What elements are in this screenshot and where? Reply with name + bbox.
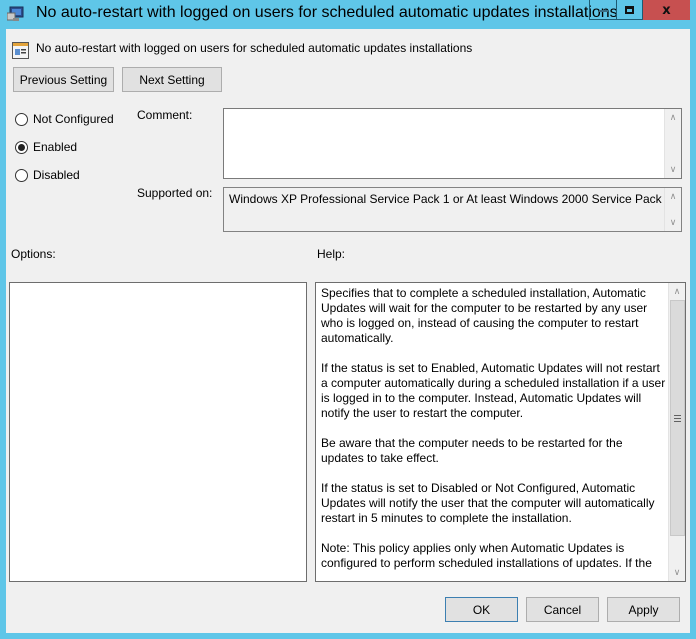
radio-selected-dot (18, 143, 25, 151)
scroll-up-icon[interactable]: ∧ (665, 109, 681, 126)
help-label: Help: (317, 247, 346, 261)
radio-disabled[interactable]: Disabled (15, 168, 80, 182)
radio-enabled[interactable]: Enabled (15, 140, 77, 154)
maximize-button[interactable] (616, 0, 643, 20)
comment-label: Comment: (137, 108, 193, 122)
group-policy-app-icon (7, 6, 24, 21)
dialog-body: No auto-restart with logged on users for… (6, 29, 690, 633)
supported-on-value: Windows XP Professional Service Pack 1 o… (229, 192, 672, 206)
help-scrollbar[interactable]: ∧ ∨ (668, 283, 685, 581)
help-paragraph: Be aware that the computer needs to be r… (321, 436, 623, 465)
comment-textarea[interactable]: ∧ ∨ (223, 108, 682, 179)
grip-icon (674, 414, 681, 422)
comment-scrollbar[interactable]: ∧ ∨ (664, 109, 681, 178)
apply-button[interactable]: Apply (607, 597, 680, 622)
ok-button[interactable]: OK (445, 597, 518, 622)
help-paragraph: Note: This policy applies only when Auto… (321, 541, 652, 570)
help-paragraph: If the status is set to Disabled or Not … (321, 481, 655, 525)
radio-button[interactable] (15, 140, 28, 154)
radio-label: Disabled (33, 168, 80, 182)
policy-setting-icon (12, 42, 29, 59)
supported-on-field[interactable]: Windows XP Professional Service Pack 1 o… (223, 187, 682, 232)
scroll-up-icon[interactable]: ∧ (669, 283, 685, 300)
radio-label: Enabled (33, 140, 78, 154)
previous-setting-button[interactable]: Previous Setting (13, 67, 114, 92)
help-text: Specifies that to complete a scheduled i… (321, 286, 666, 581)
cancel-button[interactable]: Cancel (526, 597, 599, 622)
maximize-icon (625, 5, 634, 14)
scroll-down-icon[interactable]: ∨ (665, 161, 681, 178)
scroll-down-icon[interactable]: ∨ (665, 214, 681, 231)
minimize-button[interactable] (589, 0, 616, 20)
policy-name: No auto-restart with logged on users for… (36, 41, 473, 55)
options-panel (9, 282, 307, 582)
radio-not-configured[interactable]: Not Configured (15, 112, 114, 126)
help-paragraph: If the status is set to Enabled, Automat… (321, 361, 666, 420)
title-bar[interactable]: No auto-restart with logged on users for… (0, 0, 696, 29)
supported-on-label: Supported on: (137, 186, 213, 200)
radio-button[interactable] (15, 112, 28, 126)
close-button[interactable]: x (643, 0, 690, 20)
window-title: No auto-restart with logged on users for… (36, 4, 618, 21)
next-setting-button[interactable]: Next Setting (122, 67, 222, 92)
help-panel[interactable]: Specifies that to complete a scheduled i… (315, 282, 686, 582)
scroll-up-icon[interactable]: ∧ (665, 188, 681, 205)
help-paragraph: Specifies that to complete a scheduled i… (321, 286, 648, 345)
scrollbar-thumb[interactable] (670, 300, 685, 536)
supported-scrollbar[interactable]: ∧ ∨ (664, 188, 681, 231)
close-icon: x (662, 2, 671, 18)
radio-button[interactable] (15, 168, 28, 182)
radio-label: Not Configured (33, 112, 114, 126)
options-label: Options: (11, 247, 56, 261)
scroll-down-icon[interactable]: ∨ (669, 564, 685, 581)
minimize-icon (598, 9, 608, 12)
